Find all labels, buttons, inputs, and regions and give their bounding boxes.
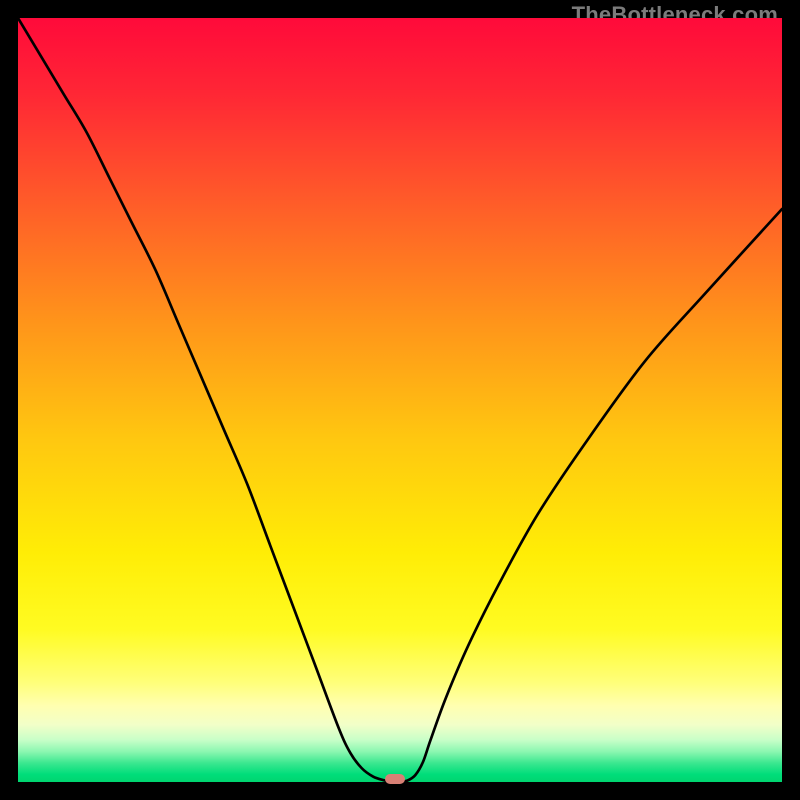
plot-area [18, 18, 782, 782]
minimum-marker [385, 774, 405, 784]
bottleneck-curve [18, 18, 782, 782]
chart-container: TheBottleneck.com [0, 0, 800, 800]
